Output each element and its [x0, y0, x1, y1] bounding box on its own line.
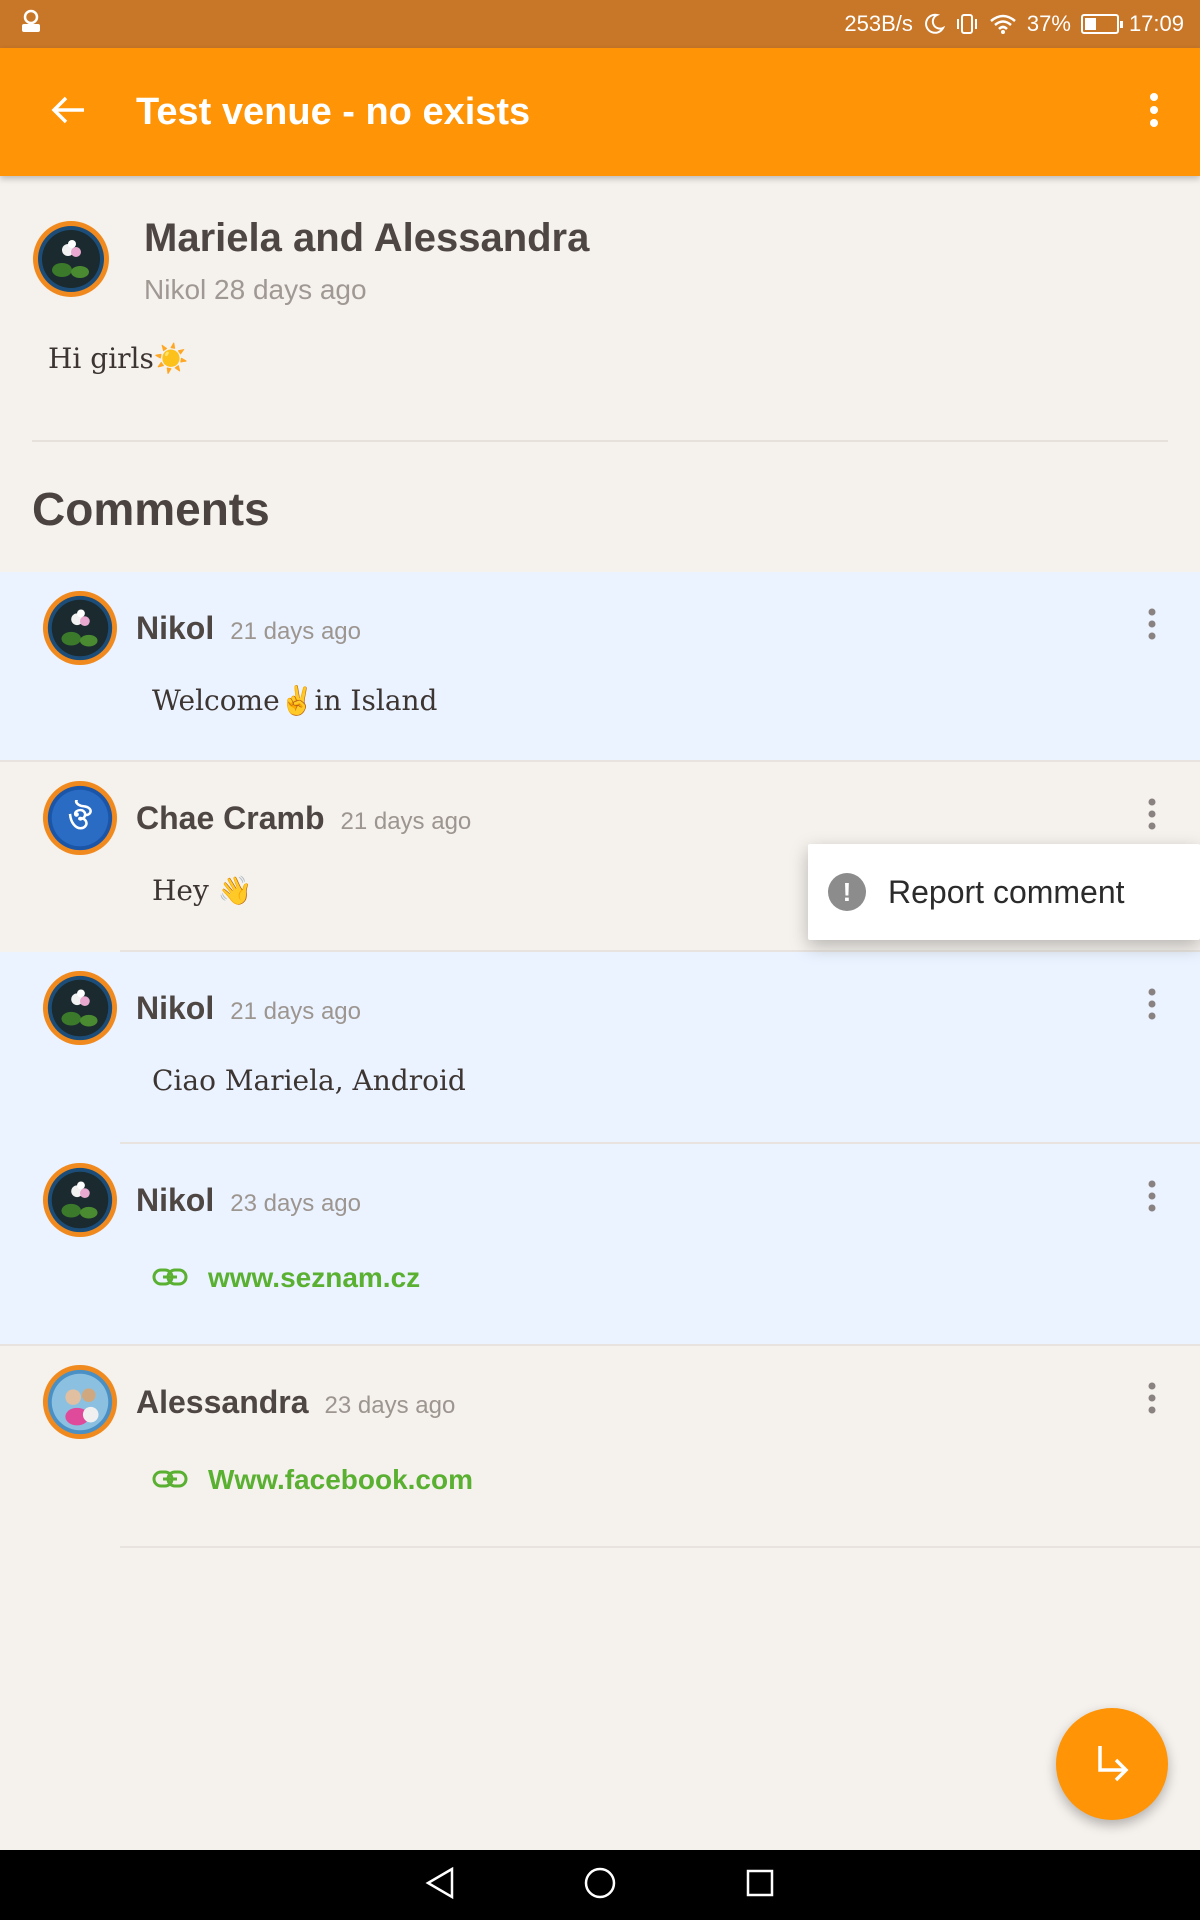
post-title: Mariela and Alessandra: [144, 216, 590, 260]
nav-home-button[interactable]: [570, 1855, 630, 1915]
arrow-left-icon: [50, 95, 86, 130]
comment-author-name[interactable]: Nikol: [136, 1182, 214, 1219]
comment-item: Nikol 23 days ago www.seznam.cz: [0, 1144, 1200, 1346]
wifi-icon: [989, 13, 1017, 35]
comment-text: Ciao Mariela, Android: [152, 1064, 466, 1097]
avatar[interactable]: [42, 1162, 118, 1238]
clock: 17:09: [1128, 11, 1184, 36]
comment-link[interactable]: www.seznam.cz: [152, 1262, 420, 1294]
comment-author-name[interactable]: Nikol: [136, 610, 214, 647]
avatar[interactable]: [42, 970, 118, 1046]
alert-circle-icon: !: [828, 873, 866, 911]
square-recents-icon: [745, 1868, 775, 1903]
link-text[interactable]: www.seznam.cz: [208, 1262, 420, 1294]
comment-menu-button[interactable]: [1124, 784, 1180, 848]
app-title: Test venue - no exists: [136, 90, 531, 133]
more-vert-icon: [1147, 988, 1157, 1025]
post-header: Mariela and Alessandra Nikol 28 days ago…: [0, 176, 1200, 616]
notification-icon: [18, 8, 44, 40]
post-time: 28 days ago: [214, 274, 367, 305]
comment-time: 23 days ago: [324, 1392, 456, 1419]
app-bar: Test venue - no exists: [0, 48, 1200, 176]
comment-author-name[interactable]: Nikol: [136, 990, 214, 1027]
comment-author: Alessandra 23 days ago: [136, 1384, 455, 1421]
avatar[interactable]: ঔ: [42, 780, 118, 856]
circle-home-icon: [583, 1866, 617, 1905]
comment-text: Welcome✌️in Island: [152, 684, 438, 717]
more-vert-icon: [1147, 1382, 1157, 1419]
comment-author: Nikol 21 days ago: [136, 990, 361, 1027]
comment-menu-button[interactable]: [1124, 1166, 1180, 1230]
more-vert-icon: [1147, 1180, 1157, 1217]
comment-time: 21 days ago: [230, 618, 362, 645]
comment-menu-button[interactable]: [1124, 1368, 1180, 1432]
comment-time: 23 days ago: [230, 1190, 362, 1217]
comment-author: Chae Cramb 21 days ago: [136, 800, 471, 837]
comment-time: 21 days ago: [230, 998, 362, 1025]
link-icon: [152, 1262, 188, 1294]
reply-arrow-icon: [1092, 1742, 1132, 1787]
nav-back-button[interactable]: [410, 1855, 470, 1915]
comment-menu-button[interactable]: [1124, 974, 1180, 1038]
avatar[interactable]: [42, 1364, 118, 1440]
comment-text: Hey 👋: [152, 874, 253, 907]
more-vert-icon: [1147, 608, 1157, 645]
divider: [120, 1546, 1200, 1548]
link-icon: [152, 1464, 188, 1496]
avatar[interactable]: [42, 590, 118, 666]
report-comment-label: Report comment: [888, 873, 1125, 910]
link-text[interactable]: Www.facebook.com: [208, 1464, 473, 1496]
comments-heading: Comments: [32, 483, 270, 535]
system-nav-bar: [0, 1850, 1200, 1920]
comment-author-name[interactable]: Alessandra: [136, 1384, 309, 1421]
post-author[interactable]: Nikol: [144, 274, 206, 305]
more-vert-icon: [1147, 798, 1157, 835]
back-button[interactable]: [0, 48, 136, 176]
comment-item: Alessandra 23 days ago Www.facebook.com: [0, 1346, 1200, 1548]
svg-text:ঔ: ঔ: [68, 800, 92, 836]
triangle-back-icon: [424, 1866, 456, 1905]
comment-author: Nikol 21 days ago: [136, 610, 361, 647]
post-body: Hi girls☀️: [48, 342, 189, 375]
reply-fab-button[interactable]: [1056, 1708, 1168, 1820]
do-not-disturb-icon: [923, 13, 945, 35]
vibrate-icon: [955, 13, 979, 35]
battery-icon: [1080, 14, 1123, 34]
net-speed: 253B/s: [844, 11, 913, 36]
comments-list: Nikol 21 days ago Welcome✌️in Island ঔ C…: [0, 572, 1200, 1548]
comment-link[interactable]: Www.facebook.com: [152, 1464, 473, 1496]
comment-author-name[interactable]: Chae Cramb: [136, 800, 325, 837]
nav-recents-button[interactable]: [730, 1855, 790, 1915]
comment-menu-button[interactable]: [1124, 594, 1180, 658]
comment-time: 21 days ago: [340, 808, 472, 835]
battery-percent: 37%: [1026, 11, 1071, 36]
comment-item: Nikol 21 days ago Welcome✌️in Island: [0, 572, 1200, 762]
more-vert-icon: [1149, 92, 1159, 132]
comment-author: Nikol 23 days ago: [136, 1182, 361, 1219]
comment-item: Nikol 21 days ago Ciao Mariela, Android: [0, 952, 1200, 1144]
post-meta: Nikol 28 days ago: [144, 274, 367, 306]
report-comment-menu-item[interactable]: ! Report comment: [808, 844, 1200, 940]
overflow-menu-button[interactable]: [1118, 48, 1190, 176]
status-bar: 253B/s 37% 17:09: [0, 0, 1200, 48]
avatar[interactable]: [32, 220, 110, 298]
divider: [32, 440, 1168, 442]
